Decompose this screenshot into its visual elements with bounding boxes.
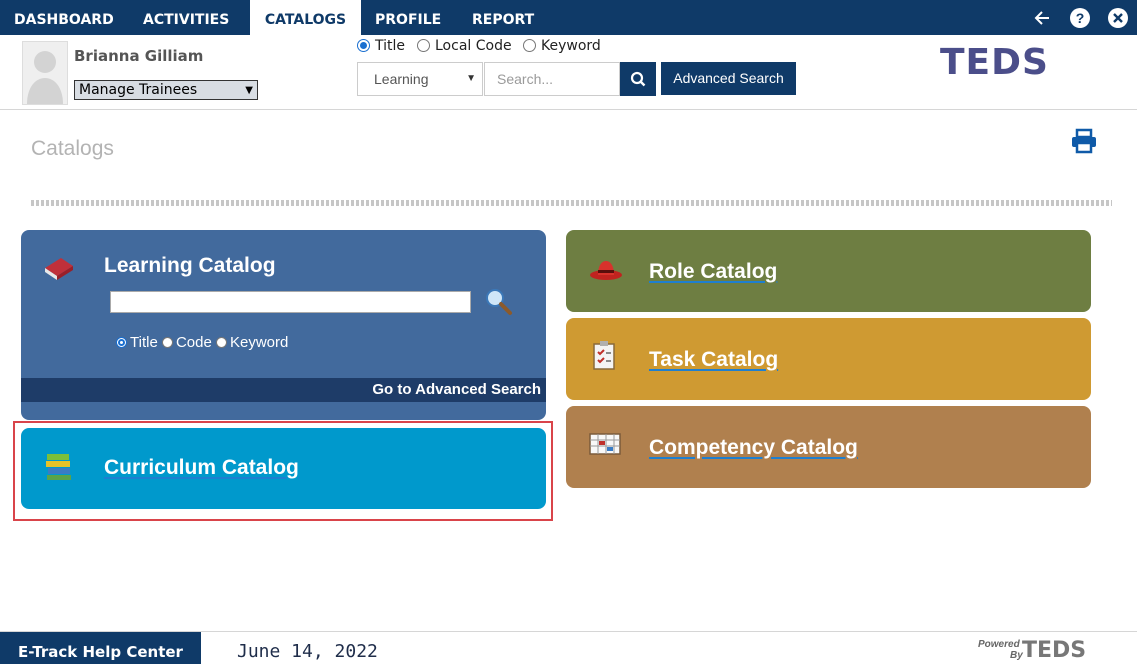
- search-mode-keyword[interactable]: Keyword: [523, 38, 601, 54]
- hat-icon: [590, 261, 622, 280]
- close-icon[interactable]: [1108, 8, 1128, 28]
- page-title: Catalogs: [31, 137, 114, 160]
- radio-icon: [161, 337, 173, 348]
- clipboard-icon: [593, 341, 615, 370]
- radio-selected-icon: [357, 39, 370, 52]
- footer-date: June 14, 2022: [237, 641, 378, 662]
- learning-catalog-title: Learning Catalog: [104, 254, 276, 277]
- radio-selected-icon: [116, 337, 127, 348]
- learning-radio-title[interactable]: Title: [116, 334, 158, 351]
- svg-text:?: ?: [1076, 10, 1085, 26]
- nav-report[interactable]: REPORT: [472, 0, 534, 35]
- svg-text:TEDS: TEDS: [1022, 638, 1086, 660]
- powered-by: Powered By: [978, 639, 1023, 661]
- role-catalog-link[interactable]: Role Catalog: [649, 260, 777, 284]
- chevron-down-icon: ▼: [466, 73, 476, 84]
- type-select[interactable]: Learning ▼: [357, 62, 483, 96]
- manage-select-label: Manage Trainees: [79, 82, 198, 98]
- radio-icon: [215, 337, 227, 348]
- learning-radio-keyword[interactable]: Keyword: [215, 334, 288, 351]
- radio-icon: [417, 39, 430, 52]
- help-center-link[interactable]: E-Track Help Center: [0, 632, 201, 664]
- nav-catalogs[interactable]: CATALOGS: [250, 0, 361, 35]
- user-name: Brianna Gilliam: [74, 47, 204, 65]
- learning-search-input[interactable]: [110, 291, 471, 313]
- teds-footer-logo: TEDS: [1022, 638, 1086, 660]
- divider: [31, 200, 1112, 206]
- chevron-down-icon: ▼: [245, 85, 253, 96]
- learning-radio-code[interactable]: Code: [161, 334, 212, 351]
- book-icon: [45, 258, 73, 280]
- curriculum-catalog-link[interactable]: Curriculum Catalog: [104, 456, 299, 480]
- arrow-left-icon[interactable]: [1033, 9, 1051, 27]
- teds-logo: TEDS: [940, 43, 1049, 83]
- header: Brianna Gilliam Manage Trainees ▼ Title …: [0, 35, 1137, 110]
- manage-trainees-select[interactable]: Manage Trainees ▼: [74, 80, 258, 100]
- print-icon[interactable]: [1070, 128, 1098, 154]
- grid-sheet-icon: [589, 433, 621, 455]
- advanced-search-button[interactable]: Advanced Search: [661, 62, 796, 95]
- competency-catalog-card[interactable]: Competency Catalog: [566, 406, 1091, 488]
- search-mode-title[interactable]: Title: [357, 38, 405, 54]
- go-to-advanced-search-link[interactable]: Go to Advanced Search: [21, 378, 546, 402]
- role-catalog-card[interactable]: Role Catalog: [566, 230, 1091, 312]
- learning-catalog-card: Learning Catalog Title Code Keyword Go t…: [21, 230, 546, 420]
- curriculum-catalog-card[interactable]: Curriculum Catalog: [21, 428, 546, 509]
- top-nav: DASHBOARD ACTIVITIES CATALOGS PROFILE RE…: [0, 0, 1137, 35]
- radio-icon: [523, 39, 536, 52]
- nav-dashboard[interactable]: DASHBOARD: [14, 0, 114, 35]
- nav-profile[interactable]: PROFILE: [375, 0, 441, 35]
- avatar: [22, 41, 68, 105]
- search-mode-local-code[interactable]: Local Code: [417, 38, 512, 54]
- search-icon: [630, 71, 646, 87]
- books-stack-icon: [46, 454, 71, 480]
- competency-catalog-link[interactable]: Competency Catalog: [649, 436, 858, 460]
- magnifier-icon[interactable]: [484, 287, 514, 317]
- search-button[interactable]: [620, 62, 656, 96]
- help-icon[interactable]: ?: [1070, 8, 1090, 28]
- task-catalog-link[interactable]: Task Catalog: [649, 348, 778, 372]
- task-catalog-card[interactable]: Task Catalog: [566, 318, 1091, 400]
- nav-activities[interactable]: ACTIVITIES: [143, 0, 229, 35]
- svg-text:TEDS: TEDS: [940, 43, 1049, 83]
- learning-search-modes: Title Code Keyword: [116, 334, 288, 351]
- footer: E-Track Help Center June 14, 2022 Powere…: [0, 631, 1137, 664]
- search-input[interactable]: Search...: [484, 62, 620, 96]
